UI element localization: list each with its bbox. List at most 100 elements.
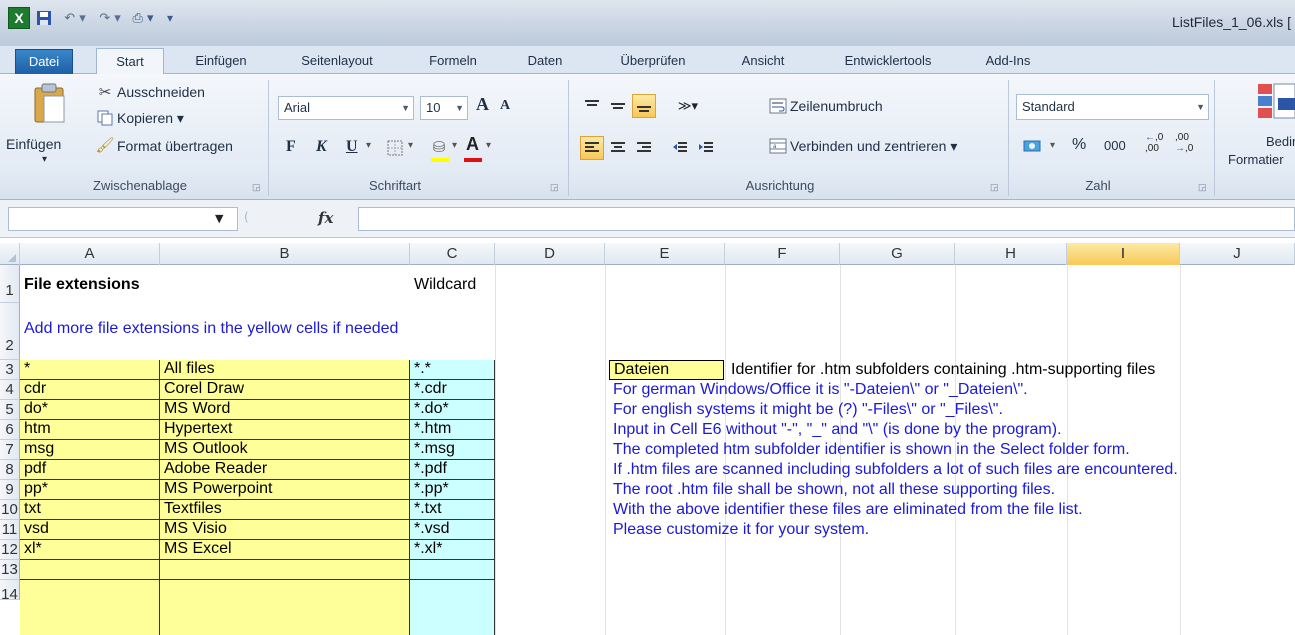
thousands-button[interactable]: 000 [1104,138,1126,153]
cell-c10[interactable]: *.txt [410,500,495,520]
redo-icon[interactable]: ↷ ▾ [95,7,125,29]
row-header-2[interactable]: 2 [0,303,20,360]
tab-ueberpruefen[interactable]: Überprüfen [603,50,703,74]
number-format-combo[interactable]: Standard ▼ [1016,94,1209,120]
column-header-d[interactable]: D [495,243,605,265]
grow-font-button[interactable]: A [476,94,489,115]
row-header-8[interactable]: 8 [0,460,20,480]
cell-c3[interactable]: *.* [410,360,495,380]
row-header-11[interactable]: 11 [0,520,20,540]
text-orientation-icon[interactable]: ≫▾ [668,94,708,118]
row-header-1[interactable]: 1 [0,265,20,303]
formula-input[interactable] [358,207,1295,231]
cell-b9[interactable]: MS Powerpoint [160,480,410,500]
select-all-button[interactable] [0,243,20,265]
conditional-formatting-icon[interactable] [1254,80,1295,124]
cell-a11[interactable]: vsd [20,520,160,540]
tab-formeln[interactable]: Formeln [418,50,488,74]
cell-b6[interactable]: Hypertext [160,420,410,440]
increase-indent-icon[interactable] [694,136,718,160]
cell-e6[interactable]: Input in Cell E6 without "-", "_" and "\… [609,421,1062,439]
tab-add-ins[interactable]: Add-Ins [975,50,1041,74]
cell-b14[interactable] [160,580,410,635]
cell-e7[interactable]: The completed htm subfolder identifier i… [609,441,1130,459]
chevron-down-icon[interactable]: ▼ [215,212,223,225]
cut-button[interactable]: Ausschneiden [117,84,205,100]
percent-button[interactable]: % [1072,136,1086,154]
fill-color-icon[interactable]: ⛁ [428,136,450,158]
paste-dropdown-icon[interactable]: ▾ [42,154,47,165]
bold-button[interactable]: F [286,138,296,156]
cell-c6[interactable]: *.htm [410,420,495,440]
cell-a3[interactable]: * [20,360,160,380]
tab-entwicklertools[interactable]: Entwicklertools [823,50,953,74]
format-painter-button[interactable]: Format übertragen [117,138,233,154]
cell-b5[interactable]: MS Word [160,400,410,420]
cell-b7[interactable]: MS Outlook [160,440,410,460]
cell-c7[interactable]: *.msg [410,440,495,460]
cell-a10[interactable]: txt [20,500,160,520]
column-header-i[interactable]: I [1067,243,1180,265]
cell-b12[interactable]: MS Excel [160,540,410,560]
increase-decimal-button[interactable]: ←,0,00 [1145,132,1163,154]
align-right-icon[interactable] [632,136,656,160]
cell-a4[interactable]: cdr [20,380,160,400]
customize-icon[interactable]: ▾ [162,7,178,29]
cell-c14[interactable] [410,580,495,635]
row-header-4[interactable]: 4 [0,380,20,400]
cell-b3[interactable]: All files [160,360,410,380]
column-header-e[interactable]: E [605,243,725,265]
row-header-6[interactable]: 6 [0,420,20,440]
cell-a9[interactable]: pp* [20,480,160,500]
font-color-icon[interactable]: A [466,134,479,155]
align-left-icon[interactable] [580,136,604,160]
name-box[interactable] [8,207,238,231]
chevron-down-icon[interactable]: ▾ [452,140,457,151]
row-header-5[interactable]: 5 [0,400,20,420]
number-launcher-icon[interactable]: ◲ [1198,182,1207,193]
chevron-down-icon[interactable]: ▾ [408,140,413,151]
cell-c5[interactable]: *.do* [410,400,495,420]
chevron-down-icon[interactable]: ▾ [486,140,491,151]
currency-icon[interactable] [1022,136,1044,156]
cell-a7[interactable]: msg [20,440,160,460]
conditional-formatting-label2[interactable]: Formatier [1228,152,1284,167]
chevron-down-icon[interactable]: ▾ [1050,140,1055,151]
wrap-text-button[interactable]: Zeilenumbruch [790,98,883,114]
print-icon[interactable]: ⎙ ▾ [128,7,158,29]
cell-a13[interactable] [20,560,160,580]
align-top-icon[interactable] [580,94,604,118]
cell-b13[interactable] [160,560,410,580]
column-header-f[interactable]: F [725,243,840,265]
merge-center-button[interactable]: Verbinden und zentrieren ▾ [790,138,957,155]
cell-c1[interactable]: Wildcard [410,276,476,294]
row-header-10[interactable]: 10 [0,500,20,520]
tab-ansicht[interactable]: Ansicht [728,50,798,74]
row-header-12[interactable]: 12 [0,540,20,560]
column-header-a[interactable]: A [20,243,160,265]
cell-b10[interactable]: Textfiles [160,500,410,520]
shrink-font-button[interactable]: A [500,98,510,114]
tab-seitenlayout[interactable]: Seitenlayout [283,50,391,74]
cell-e8[interactable]: If .htm files are scanned including subf… [609,461,1178,479]
cell-c13[interactable] [410,560,495,580]
cell-c9[interactable]: *.pp* [410,480,495,500]
column-header-c[interactable]: C [410,243,495,265]
font-size-combo[interactable]: 10 ▼ [420,96,468,120]
insert-function-icon[interactable]: fx [318,209,333,227]
excel-logo-icon[interactable]: X [8,7,30,29]
copy-button[interactable]: Kopieren ▾ [117,110,184,127]
column-header-g[interactable]: G [840,243,955,265]
paste-button[interactable]: Einfügen [6,136,61,152]
row-header-14[interactable]: 14 [0,580,20,600]
borders-icon[interactable] [384,138,406,158]
cell-c12[interactable]: *.xl* [410,540,495,560]
row-header-9[interactable]: 9 [0,480,20,500]
cell-a8[interactable]: pdf [20,460,160,480]
decrease-indent-icon[interactable] [668,136,692,160]
cell-a5[interactable]: do* [20,400,160,420]
cell-e9[interactable]: The root .htm file shall be shown, not a… [609,481,1055,499]
row-header-3[interactable]: 3 [0,360,20,380]
cell-c11[interactable]: *.vsd [410,520,495,540]
clipboard-launcher-icon[interactable]: ◲ [252,182,261,193]
